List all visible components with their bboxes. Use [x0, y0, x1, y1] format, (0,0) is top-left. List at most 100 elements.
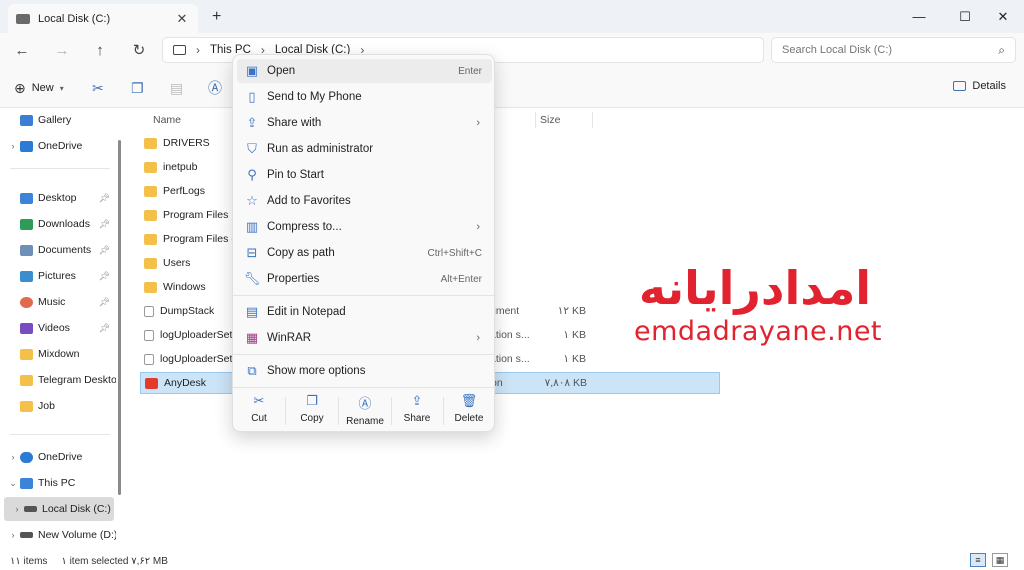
sidebar-item-downloads[interactable]: Downloads 📌︎ — [0, 212, 116, 236]
cut-toolbar-button[interactable]: ✂ — [92, 78, 104, 98]
quick-action-rename[interactable]: Ⓐ Rename — [339, 393, 391, 429]
forward-button[interactable]: → — [50, 40, 74, 60]
pin-icon: ⚲ — [247, 167, 257, 182]
chevron-right-icon[interactable]: › — [6, 452, 20, 462]
pin-icon: 📌︎ — [98, 218, 110, 229]
command-bar: ⊕ New ▾ ✂ ❐ ▤ Ⓐ Details — [0, 68, 1024, 108]
folder-icon — [20, 374, 33, 386]
scissors-icon: ✂ — [92, 79, 104, 96]
up-button[interactable]: ↑ — [88, 40, 112, 60]
share-icon: ⇪ — [246, 115, 258, 130]
details-label: Details — [972, 80, 1006, 92]
quick-action-cut[interactable]: ✂ Cut — [233, 393, 285, 429]
sidebar-item-onedrive[interactable]: › OneDrive — [0, 134, 116, 158]
file-icon — [144, 305, 154, 317]
menu-item-copy-as-path[interactable]: ⊟ Copy as path Ctrl+Shift+C — [237, 241, 492, 265]
arrow-up-icon: ↑ — [96, 41, 104, 59]
sidebar-item-desktop[interactable]: Desktop 📌︎ — [0, 186, 116, 210]
refresh-icon: ↻ — [132, 42, 146, 59]
menu-divider — [233, 387, 496, 388]
sidebar-item-music[interactable]: Music 📌︎ — [0, 290, 116, 314]
details-button[interactable]: Details — [953, 80, 1006, 92]
trash-icon: 🗑︎ — [460, 393, 478, 408]
refresh-button[interactable]: ↻ — [127, 40, 151, 60]
quick-action-copy[interactable]: ❐ Copy — [286, 393, 338, 429]
pin-icon: 📌︎ — [98, 296, 110, 307]
chevron-down-icon[interactable]: ⌄ — [6, 478, 20, 489]
sidebar-item-new-volume[interactable]: › New Volume (D:) — [0, 523, 117, 547]
menu-item-winrar[interactable]: ▦ WinRAR › — [237, 326, 492, 350]
back-button[interactable]: ← — [10, 40, 34, 60]
menu-item-send-to-phone[interactable]: ▯ Send to My Phone — [237, 85, 492, 109]
drive-icon — [20, 532, 33, 538]
navigation-pane: Gallery › OneDrive Desktop 📌︎ Downloads 📌︎ … — [0, 108, 120, 553]
column-divider[interactable] — [592, 112, 593, 128]
sidebar-item-local-disk[interactable]: › Local Disk (C:) — [4, 497, 114, 521]
chevron-right-icon: › — [196, 43, 200, 57]
rename-toolbar-button[interactable]: Ⓐ — [208, 78, 222, 98]
sidebar-item-mixdown[interactable]: Mixdown — [0, 342, 116, 366]
sidebar-item-pictures[interactable]: Pictures 📌︎ — [0, 264, 116, 288]
cloud-icon — [20, 140, 33, 152]
pin-icon: 📌︎ — [98, 192, 110, 203]
tab-local-disk[interactable]: Local Disk (C:) ✕ — [8, 4, 198, 33]
new-button[interactable]: ⊕ New ▾ — [14, 78, 64, 98]
sidebar-item-onedrive-2[interactable]: › OneDrive — [0, 445, 116, 469]
video-icon — [20, 322, 33, 334]
settings-file-icon — [144, 329, 154, 341]
column-header-name[interactable]: Name — [153, 110, 181, 130]
menu-item-run-as-admin[interactable]: ⛉ Run as administrator — [237, 137, 492, 161]
chevron-right-icon[interactable]: › — [6, 530, 20, 540]
folder-icon — [144, 233, 157, 245]
document-icon — [20, 244, 33, 256]
sidebar-item-this-pc[interactable]: ⌄ This PC — [0, 471, 116, 495]
sidebar-item-gallery[interactable]: Gallery — [0, 108, 116, 132]
sidebar-item-documents[interactable]: Documents 📌︎ — [0, 238, 116, 262]
column-divider[interactable] — [535, 112, 536, 128]
chevron-right-icon: › — [476, 117, 480, 129]
drive-icon — [24, 506, 37, 512]
paste-toolbar-button[interactable]: ▤ — [170, 78, 183, 98]
close-button[interactable]: ✕ — [980, 0, 1024, 33]
quick-action-delete[interactable]: 🗑︎ Delete — [443, 393, 495, 429]
folder-icon — [20, 348, 33, 360]
share-icon: ⇪ — [411, 393, 423, 408]
computer-icon — [173, 45, 186, 55]
details-view-button[interactable]: ≡ — [970, 553, 986, 567]
search-input[interactable] — [782, 44, 999, 56]
shield-icon: ⛉ — [247, 141, 257, 156]
chevron-right-icon: › — [476, 332, 480, 344]
column-header-size[interactable]: Size — [540, 110, 560, 130]
tiles-view-button[interactable]: ▦ — [992, 553, 1008, 567]
sidebar-item-videos[interactable]: Videos 📌︎ — [0, 316, 116, 340]
winrar-icon: ▦ — [245, 330, 259, 345]
copy-toolbar-button[interactable]: ❐ — [131, 78, 144, 98]
quick-action-share[interactable]: ⇪ Share — [391, 393, 443, 429]
menu-item-open[interactable]: ▣ Open Enter — [237, 59, 492, 83]
zip-icon: ▥ — [245, 219, 259, 234]
desktop-icon — [20, 192, 33, 204]
music-icon — [20, 296, 33, 308]
sidebar-scrollbar[interactable] — [118, 140, 121, 495]
menu-item-show-more-options[interactable]: ⧉ Show more options — [237, 359, 492, 383]
scissors-icon: ✂ — [253, 393, 265, 408]
menu-item-compress-to[interactable]: ▥ Compress to... › — [237, 215, 492, 239]
menu-item-pin-to-start[interactable]: ⚲ Pin to Start — [237, 163, 492, 187]
folder-icon — [144, 281, 157, 293]
menu-item-properties[interactable]: 🔧︎ Properties Alt+Enter — [237, 267, 492, 291]
chevron-right-icon[interactable]: › — [6, 141, 20, 151]
sidebar-item-job[interactable]: Job — [0, 394, 116, 418]
menu-item-share-with[interactable]: ⇪ Share with › — [237, 111, 492, 135]
sidebar-item-telegram-desktop[interactable]: Telegram Desktop — [0, 368, 116, 392]
tab-close-icon[interactable]: ✕ — [174, 11, 190, 27]
minimize-button[interactable]: — — [896, 0, 942, 33]
chevron-right-icon[interactable]: › — [10, 504, 24, 514]
menu-item-add-to-favorites[interactable]: ☆ Add to Favorites — [237, 189, 492, 213]
rename-icon: Ⓐ — [208, 80, 222, 96]
computer-icon — [20, 477, 33, 489]
new-tab-button[interactable]: + — [212, 8, 221, 26]
menu-item-edit-in-notepad[interactable]: ▤ Edit in Notepad — [237, 300, 492, 324]
menu-divider — [233, 354, 496, 355]
folder-icon — [144, 257, 157, 269]
search-box[interactable]: ⌕ — [771, 37, 1016, 63]
